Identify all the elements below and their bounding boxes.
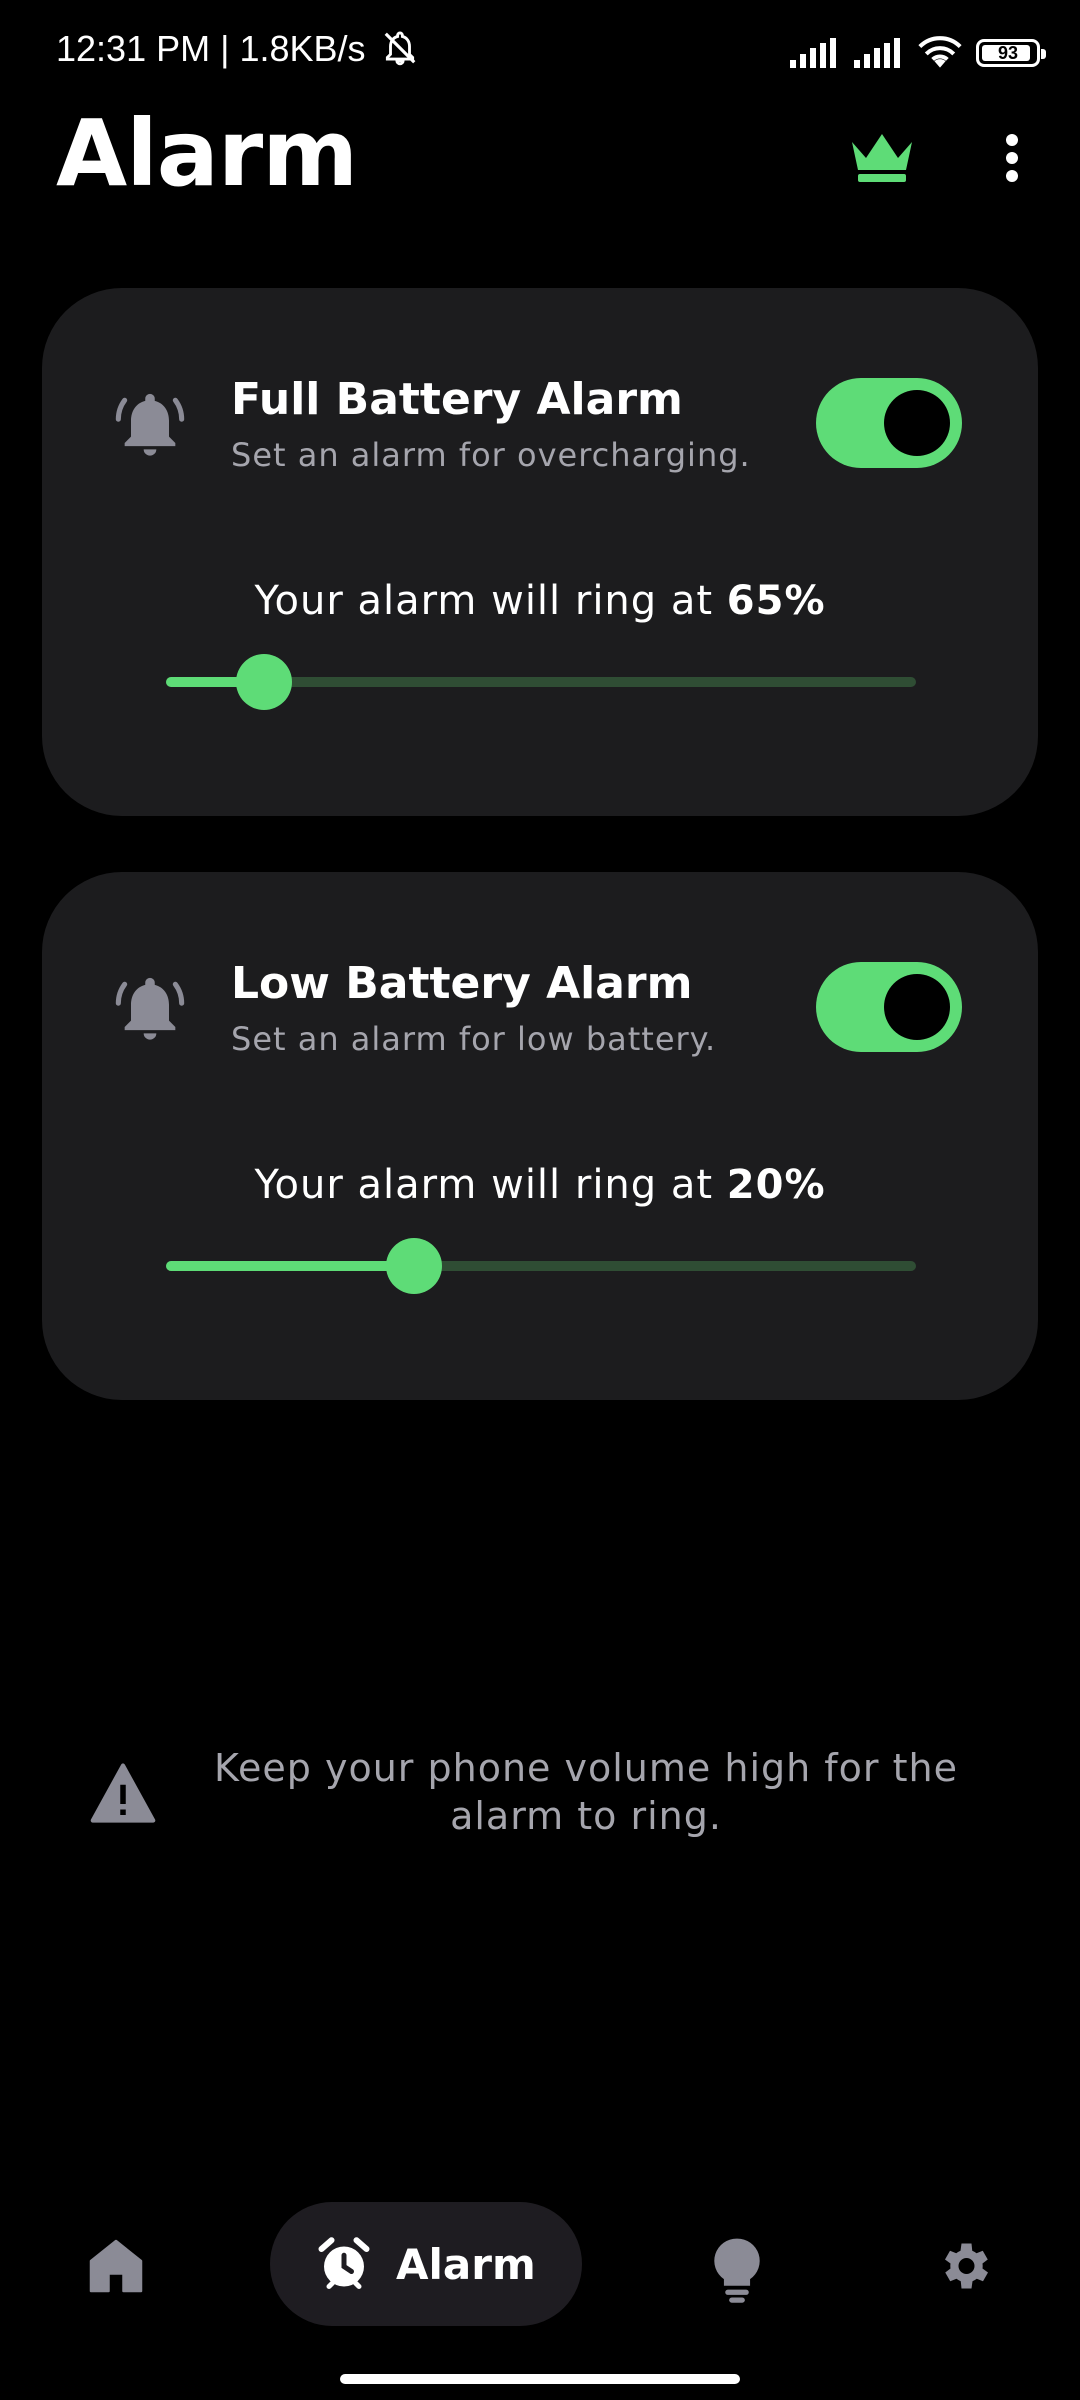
- low-battery-alarm-card: Low Battery Alarm Set an alarm for low b…: [42, 872, 1038, 1400]
- status-bar-time: 12:31 PM | 1.8KB/s: [56, 28, 420, 70]
- ring-prefix: Your alarm will ring at: [254, 1162, 727, 1208]
- full-battery-level-slider[interactable]: [166, 654, 916, 710]
- ring-level-text: Your alarm will ring at 20%: [42, 1162, 1038, 1208]
- wifi-icon: [918, 36, 962, 68]
- nav-alarm-label: Alarm: [396, 2239, 536, 2289]
- status-icons: 93: [790, 30, 1046, 76]
- volume-notice-text: Keep your phone volume high for the alar…: [214, 1746, 958, 1838]
- dot: [1006, 170, 1018, 182]
- battery-indicator: 93: [976, 39, 1046, 67]
- signal-icon-2: [854, 38, 900, 68]
- nav-alarm-tab[interactable]: Alarm: [270, 2202, 582, 2326]
- alarm-subtitle: Set an alarm for low battery.: [231, 1020, 717, 1058]
- home-indicator[interactable]: [340, 2374, 740, 2384]
- bell-ring-icon: [115, 393, 185, 456]
- crown-icon[interactable]: [846, 128, 918, 184]
- slider-thumb[interactable]: [235, 654, 292, 710]
- page-title: Alarm: [56, 100, 358, 207]
- dot: [1006, 134, 1018, 146]
- status-time-text: 12:31 PM | 1.8KB/s: [56, 28, 366, 69]
- toggle-knob: [884, 974, 950, 1040]
- full-battery-alarm-toggle[interactable]: [816, 378, 962, 468]
- slider-thumb[interactable]: [385, 1238, 442, 1294]
- gear-icon[interactable]: [934, 2236, 994, 2296]
- home-icon[interactable]: [86, 2236, 146, 2296]
- mute-notifications-icon: [384, 31, 415, 66]
- alarm-subtitle: Set an alarm for overcharging.: [231, 436, 751, 474]
- alarm-title: Full Battery Alarm: [231, 374, 683, 425]
- dot: [1006, 152, 1018, 164]
- toggle-knob: [884, 390, 950, 456]
- full-battery-alarm-card: Full Battery Alarm Set an alarm for over…: [42, 288, 1038, 816]
- ring-prefix: Your alarm will ring at: [254, 578, 727, 624]
- ring-level-text: Your alarm will ring at 65%: [42, 578, 1038, 624]
- ring-value: 65%: [726, 578, 826, 624]
- more-vert-icon[interactable]: [992, 128, 1032, 188]
- battery-level: 93: [997, 42, 1019, 63]
- lightbulb-icon[interactable]: [710, 2236, 764, 2304]
- signal-icon: [790, 38, 836, 68]
- slider-fill: [166, 1261, 414, 1271]
- low-battery-alarm-toggle[interactable]: [816, 962, 962, 1052]
- alarm-clock-icon: [318, 2237, 370, 2289]
- low-battery-level-slider[interactable]: [166, 1238, 916, 1294]
- bell-ring-icon: [115, 977, 185, 1040]
- warning-icon: [90, 1763, 156, 1823]
- alarm-title: Low Battery Alarm: [231, 958, 693, 1009]
- ring-value: 20%: [726, 1162, 826, 1208]
